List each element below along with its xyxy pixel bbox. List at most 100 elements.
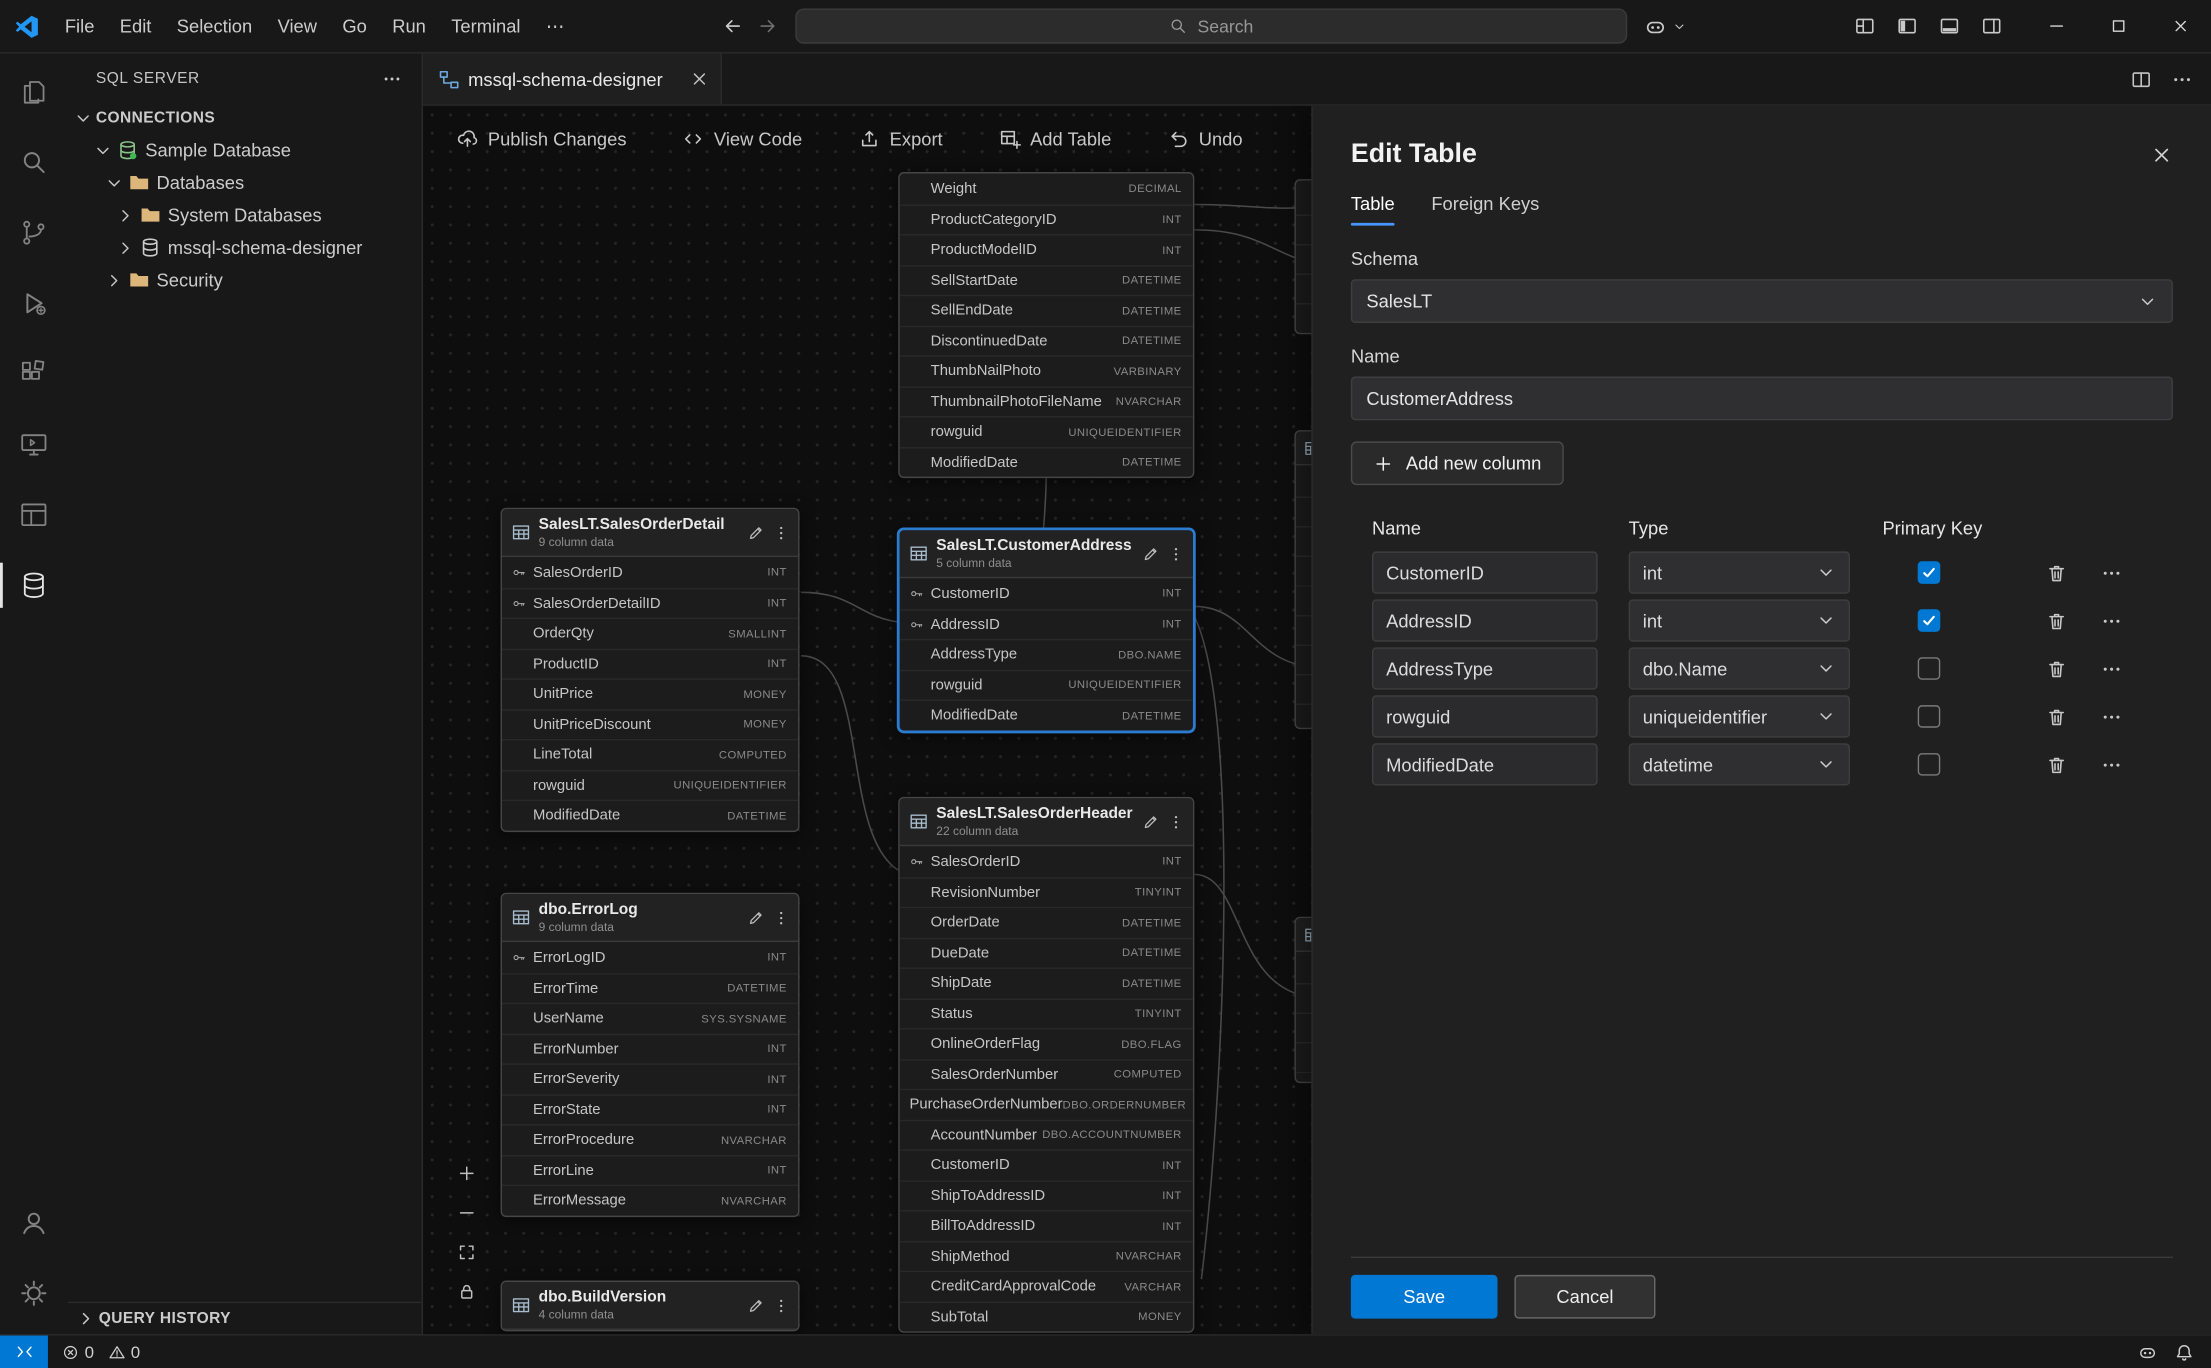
delete-column-trash-icon[interactable] (2046, 562, 2067, 583)
column-name-input[interactable] (1372, 599, 1598, 641)
table-kebab-icon[interactable] (773, 909, 790, 926)
table-kebab-icon[interactable] (773, 1297, 790, 1314)
panel-tab-table[interactable]: Table (1351, 193, 1395, 225)
column-type-dropdown[interactable]: uniqueidentifier (1629, 695, 1850, 737)
edit-table-pencil-icon[interactable] (747, 909, 764, 926)
toolbar-view-code-button[interactable]: View Code (683, 128, 802, 149)
zoom-in-button[interactable] (454, 1161, 479, 1186)
toolbar-publish-changes-button[interactable]: Publish Changes (457, 128, 627, 149)
schema-dropdown[interactable]: SalesLT (1351, 279, 2173, 323)
editor-more-actions-icon[interactable] (2172, 68, 2193, 89)
toolbar-undo-button[interactable]: Undo (1168, 128, 1243, 149)
search-box[interactable]: Search (795, 8, 1627, 43)
activity-accounts[interactable] (0, 1187, 68, 1258)
activity-explorer[interactable] (0, 56, 68, 127)
problems-errors[interactable]: 0 (62, 1342, 94, 1362)
activity-source-control[interactable] (0, 197, 68, 268)
schema-table-dbo-buildversion[interactable]: dbo.BuildVersion4 column data (501, 1281, 800, 1332)
toolbar-add-table-button[interactable]: Add Table (999, 128, 1111, 149)
column-name-input[interactable] (1372, 743, 1598, 785)
close-button[interactable] (2149, 0, 2211, 52)
tab-close-icon[interactable] (690, 69, 710, 89)
delete-column-trash-icon[interactable] (2046, 610, 2067, 631)
problems-warnings[interactable]: 0 (108, 1342, 140, 1362)
delete-column-trash-icon[interactable] (2046, 754, 2067, 775)
primary-key-checkbox[interactable] (1918, 753, 1941, 776)
schema-designer-canvas[interactable]: WeightDECIMALProductCategoryIDINTProduct… (423, 106, 2211, 1334)
menu-view[interactable]: View (265, 0, 330, 53)
primary-key-checkbox[interactable] (1918, 705, 1941, 728)
schema-table-dbo-errorlog[interactable]: dbo.ErrorLog9 column dataErrorLogIDINTEr… (501, 893, 800, 1217)
tab-mssql-schema-designer[interactable]: mssql-schema-designer (423, 54, 722, 105)
column-type-dropdown[interactable]: dbo.Name (1629, 647, 1850, 689)
add-new-column-button[interactable]: Add new column (1351, 441, 1564, 485)
menu-terminal[interactable]: Terminal (439, 0, 534, 53)
tree-item-system-databases[interactable]: System Databases (68, 199, 422, 231)
activity-sql-server[interactable] (0, 550, 68, 621)
primary-key-checkbox[interactable] (1918, 561, 1941, 584)
menu-run[interactable]: Run (380, 0, 439, 53)
activity-remote-explorer[interactable] (0, 409, 68, 480)
column-type-dropdown[interactable]: int (1629, 599, 1850, 641)
column-type-dropdown[interactable]: datetime (1629, 743, 1850, 785)
menu-go[interactable]: Go (330, 0, 380, 53)
activity-search[interactable] (0, 127, 68, 198)
split-editor-icon[interactable] (2131, 68, 2152, 89)
nav-back-icon[interactable] (722, 16, 743, 37)
table-kebab-icon[interactable] (1168, 545, 1185, 562)
activity-settings[interactable] (0, 1258, 68, 1329)
column-more-options-icon[interactable] (2101, 658, 2122, 679)
toggle-secondary-sidebar-icon[interactable] (1981, 16, 2002, 37)
schema-table-product-clipped[interactable]: WeightDECIMALProductCategoryIDINTProduct… (898, 172, 1194, 478)
table-kebab-icon[interactable] (773, 524, 790, 541)
column-more-options-icon[interactable] (2101, 610, 2122, 631)
column-more-options-icon[interactable] (2101, 754, 2122, 775)
menu-selection[interactable]: Selection (164, 0, 265, 53)
table-kebab-icon[interactable] (1168, 813, 1185, 830)
delete-column-trash-icon[interactable] (2046, 706, 2067, 727)
cancel-button[interactable]: Cancel (1514, 1275, 1655, 1319)
column-type-dropdown[interactable]: int (1629, 551, 1850, 593)
activity-object-explorer[interactable] (0, 480, 68, 551)
primary-key-checkbox[interactable] (1918, 609, 1941, 632)
column-name-input[interactable] (1372, 647, 1598, 689)
primary-key-checkbox[interactable] (1918, 657, 1941, 680)
panel-close-icon[interactable] (2150, 144, 2173, 167)
nav-forward-icon[interactable] (757, 16, 778, 37)
notifications-bell-icon[interactable] (2174, 1342, 2194, 1362)
query-history-section-header[interactable]: QUERY HISTORY (68, 1302, 422, 1334)
connections-section-header[interactable]: CONNECTIONS (68, 103, 422, 134)
panel-tab-foreign-keys[interactable]: Foreign Keys (1431, 193, 1539, 225)
toggle-panel-icon[interactable] (1939, 16, 1960, 37)
tree-item-security[interactable]: Security (68, 264, 422, 296)
edit-table-pencil-icon[interactable] (1142, 545, 1159, 562)
edit-table-pencil-icon[interactable] (747, 1297, 764, 1314)
tree-item-databases[interactable]: Databases (68, 166, 422, 198)
toggle-sidebar-icon[interactable] (1897, 16, 1918, 37)
activity-extensions[interactable] (0, 338, 68, 409)
tree-item-sample-database[interactable]: Sample Database (68, 134, 422, 166)
menu-more[interactable]: ⋯ (533, 0, 577, 53)
column-more-options-icon[interactable] (2101, 562, 2122, 583)
menu-edit[interactable]: Edit (107, 0, 164, 53)
remote-indicator[interactable] (0, 1336, 48, 1368)
copilot-status-icon[interactable] (2138, 1342, 2158, 1362)
edit-table-pencil-icon[interactable] (1142, 813, 1159, 830)
minimize-button[interactable] (2025, 0, 2087, 52)
lock-canvas-button[interactable] (454, 1279, 479, 1304)
customize-layout-icon[interactable] (1854, 16, 1875, 37)
schema-table-saleslt-salesorderheader[interactable]: SalesLT.SalesOrderHeader22 column dataSa… (898, 797, 1194, 1333)
schema-table-saleslt-customeraddress[interactable]: SalesLT.CustomerAddress5 column dataCust… (898, 529, 1194, 731)
edit-table-pencil-icon[interactable] (747, 524, 764, 541)
menu-file[interactable]: File (52, 0, 107, 53)
activity-run-debug[interactable] (0, 268, 68, 339)
maximize-button[interactable] (2087, 0, 2149, 52)
copilot-menu[interactable] (1644, 15, 1686, 38)
column-more-options-icon[interactable] (2101, 706, 2122, 727)
schema-table-saleslt-salesorderdetail[interactable]: SalesLT.SalesOrderDetail9 column dataSal… (501, 508, 800, 832)
tree-item-mssql-schema-designer[interactable]: mssql-schema-designer (68, 231, 422, 263)
delete-column-trash-icon[interactable] (2046, 658, 2067, 679)
column-name-input[interactable] (1372, 551, 1598, 593)
toolbar-export-button[interactable]: Export (859, 128, 943, 149)
table-name-input[interactable] (1351, 377, 2173, 421)
